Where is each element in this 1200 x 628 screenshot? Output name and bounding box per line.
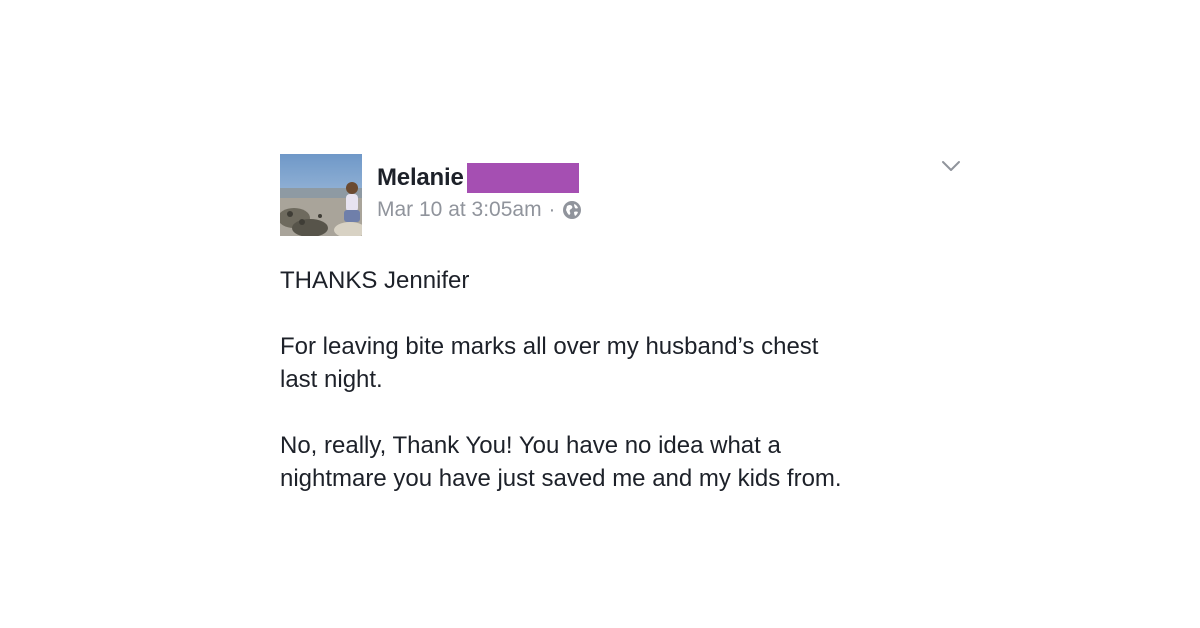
facebook-post: Melanie Mar 10 at 3:05am · THANKS Jennif… xyxy=(280,154,980,528)
post-paragraph: THANKS Jennifer xyxy=(280,267,470,294)
meta-separator: · xyxy=(548,198,556,221)
post-meta: Mar 10 at 3:05am · xyxy=(377,198,582,222)
avatar[interactable] xyxy=(280,154,362,236)
author-name-row: Melanie xyxy=(377,163,579,193)
post-body: THANKS Jennifer For leaving bite marks a… xyxy=(280,264,980,495)
post-paragraph: For leaving bite marks all over my husba… xyxy=(280,333,819,393)
post-paragraph: No, really, Thank You! You have no idea … xyxy=(280,432,842,492)
chevron-down-icon[interactable] xyxy=(940,158,962,174)
post-timestamp[interactable]: Mar 10 at 3:05am xyxy=(377,198,542,222)
redaction-bar xyxy=(466,163,579,193)
globe-icon[interactable] xyxy=(562,200,582,220)
post-header: Melanie Mar 10 at 3:05am · xyxy=(280,154,980,236)
author-name[interactable]: Melanie xyxy=(377,164,464,192)
